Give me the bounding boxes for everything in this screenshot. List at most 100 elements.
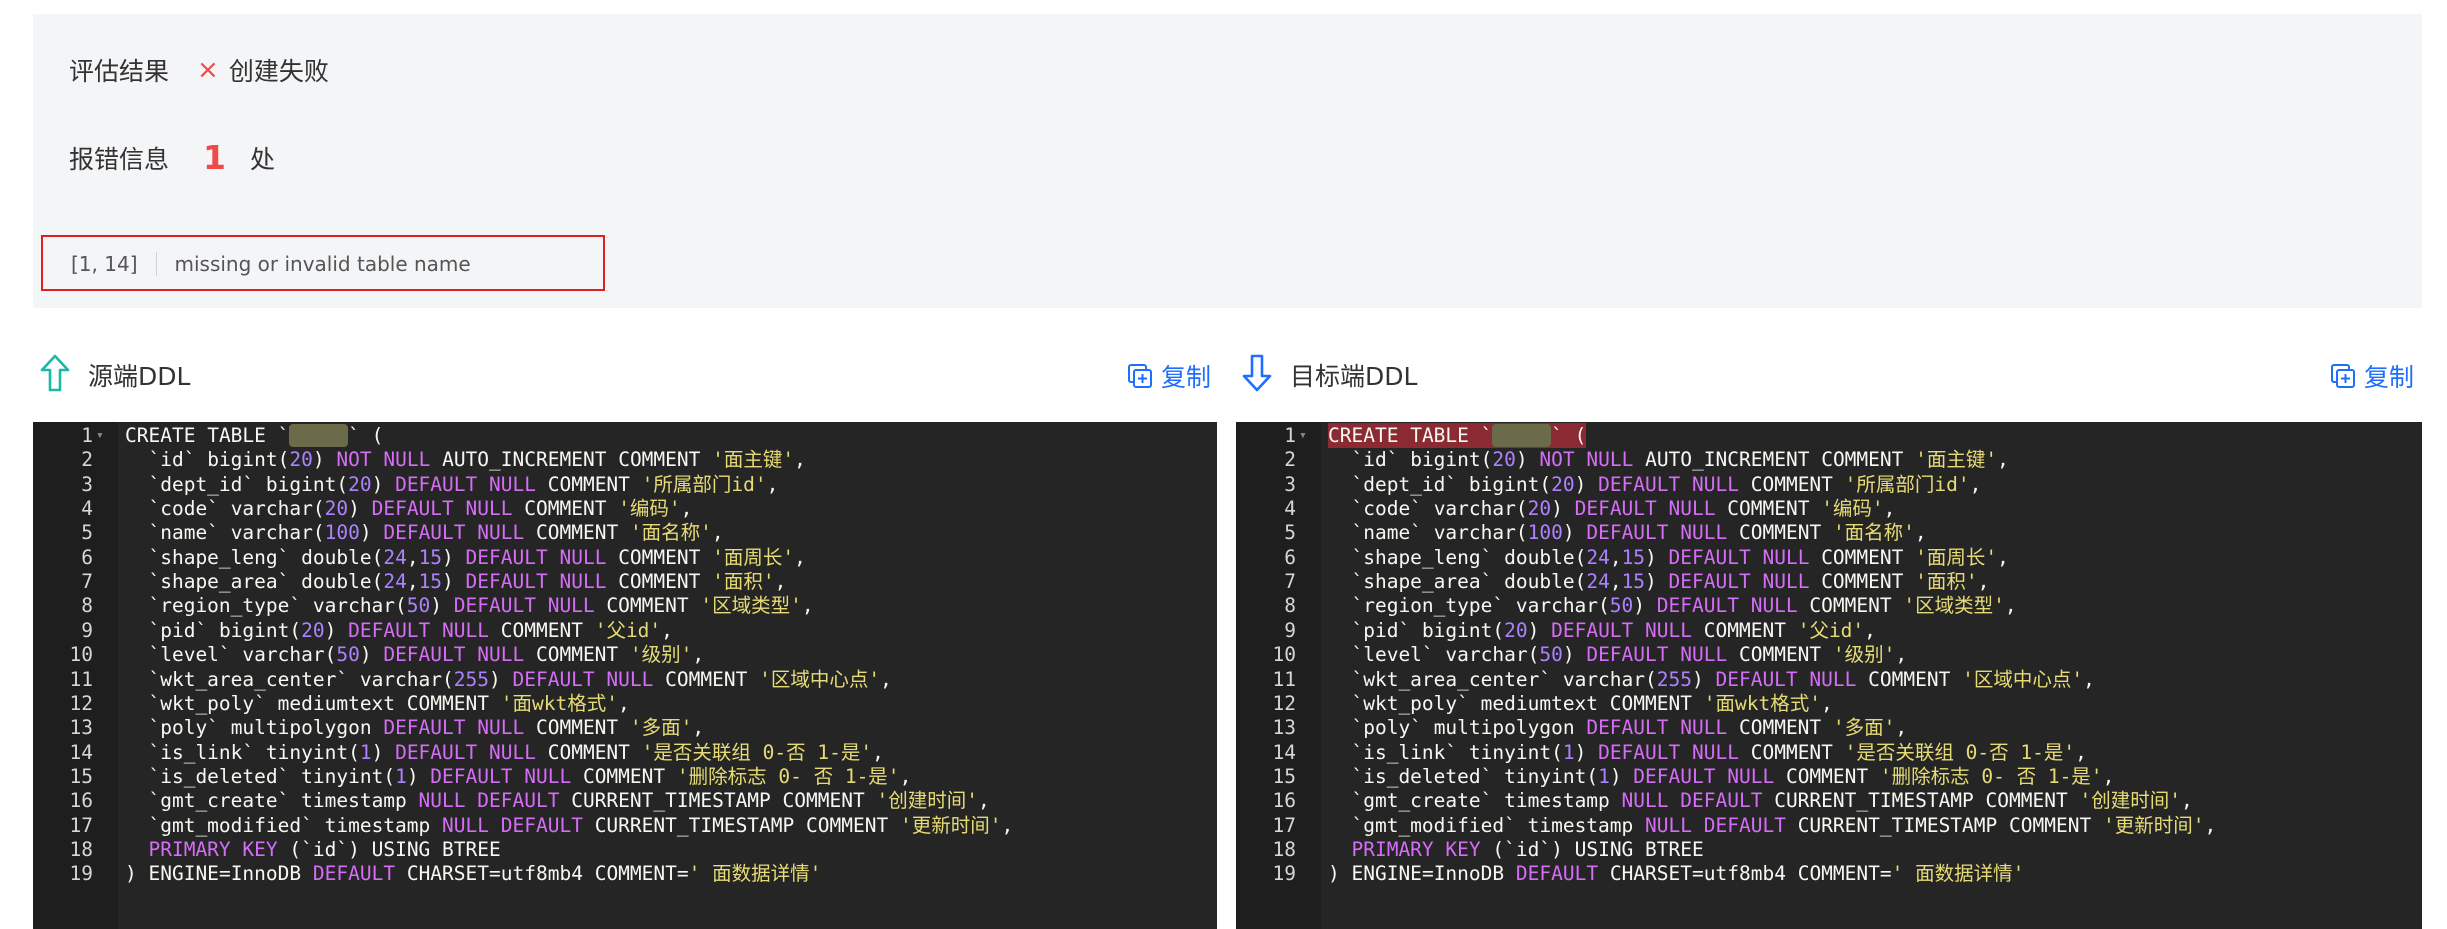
code-text: PRIMARY KEY (`id`) USING BTREE <box>148 837 501 861</box>
code-line: 13 `poly` multipolygon DEFAULT NULL COMM… <box>1236 715 2422 740</box>
code-line: 13 `poly` multipolygon DEFAULT NULL COMM… <box>33 715 1217 740</box>
code-text: `is_link` tinyint(1) DEFAULT NULL COMMEN… <box>148 740 884 764</box>
arrow-up-icon <box>38 353 72 397</box>
code-text: `region_type` varchar(50) DEFAULT NULL C… <box>1351 594 2017 618</box>
code-text: `gmt_modified` timestamp NULL DEFAULT CU… <box>148 813 1014 837</box>
code-text: `shape_area` double(24,15) DEFAULT NULL … <box>148 570 787 594</box>
code-line: 15 `is_deleted` tinyint(1) DEFAULT NULL … <box>1236 764 2422 789</box>
line-number: 18 <box>1272 837 1296 861</box>
line-number: 19 <box>1272 862 1296 886</box>
line-number: 2 <box>81 448 93 472</box>
code-line: 9 `pid` bigint(20) DEFAULT NULL COMMENT … <box>33 618 1217 643</box>
target-copy-label: 复制 <box>2364 363 2415 392</box>
line-number: 11 <box>69 667 93 691</box>
code-line: 17 `gmt_modified` timestamp NULL DEFAULT… <box>33 813 1217 838</box>
line-number: 10 <box>1272 643 1296 667</box>
code-line: 17 `gmt_modified` timestamp NULL DEFAULT… <box>1236 813 2422 838</box>
copy-icon <box>2331 364 2355 388</box>
code-text: ) ENGINE=InnoDB DEFAULT CHARSET=utf8mb4 … <box>125 862 822 886</box>
copy-icon <box>1128 364 1152 388</box>
source-ddl-editor[interactable]: 1 ▾ CREATE TABLE ` ` (2 `id` bigint(20) NO… <box>33 422 1217 929</box>
line-number: 17 <box>1272 813 1296 837</box>
arrow-down-icon <box>1240 353 1274 397</box>
error-unit: 处 <box>249 144 275 174</box>
fold-toggle-icon[interactable]: ▾ <box>1299 423 1307 448</box>
line-number: 7 <box>1284 570 1296 594</box>
code-text: `is_deleted` tinyint(1) DEFAULT NULL COM… <box>1351 764 2115 788</box>
code-line: 7 `shape_area` double(24,15) DEFAULT NUL… <box>33 569 1217 594</box>
code-line: 6 `shape_leng` double(24,15) DEFAULT NUL… <box>1236 545 2422 570</box>
error-count: 1 <box>203 138 226 177</box>
code-text: ) ENGINE=InnoDB DEFAULT CHARSET=utf8mb4 … <box>1328 862 2025 886</box>
code-text: CREATE TABLE ` ` ( <box>125 424 384 447</box>
code-line: 9 `pid` bigint(20) DEFAULT NULL COMMENT … <box>1236 618 2422 643</box>
target-copy-button[interactable]: 复制 <box>2330 358 2414 394</box>
code-line: 4 `code` varchar(20) DEFAULT NULL COMMEN… <box>33 496 1217 521</box>
code-text: `wkt_area_center` varchar(255) DEFAULT N… <box>148 667 892 691</box>
line-number: 3 <box>81 472 93 496</box>
line-number: 16 <box>69 789 93 813</box>
line-number: 15 <box>69 764 93 788</box>
code-line: 8 `region_type` varchar(50) DEFAULT NULL… <box>33 593 1217 618</box>
code-text: `shape_leng` double(24,15) DEFAULT NULL … <box>1351 545 2009 569</box>
code-text: `level` varchar(50) DEFAULT NULL COMMENT… <box>148 643 705 667</box>
line-number: 17 <box>69 813 93 837</box>
code-text: `dept_id` bigint(20) DEFAULT NULL COMMEN… <box>148 472 779 496</box>
result-label: 评估结果 <box>69 57 170 86</box>
code-line: 14 `is_link` tinyint(1) DEFAULT NULL COM… <box>1236 740 2422 765</box>
code-text: CREATE TABLE ` ` ( <box>1328 423 1587 448</box>
code-line: 19 ) ENGINE=InnoDB DEFAULT CHARSET=utf8mb… <box>1236 861 2422 886</box>
code-text: `region_type` varchar(50) DEFAULT NULL C… <box>148 594 814 618</box>
divider <box>155 252 157 276</box>
result-row: 评估结果 × 创建失败 <box>69 52 329 88</box>
code-text: `wkt_poly` mediumtext COMMENT '面wkt格式', <box>148 691 630 715</box>
line-number: 18 <box>69 837 93 861</box>
code-line: 5 `name` varchar(100) DEFAULT NULL COMME… <box>1236 520 2422 545</box>
line-number: 4 <box>81 497 93 521</box>
code-text: PRIMARY KEY (`id`) USING BTREE <box>1351 837 1704 861</box>
line-number: 16 <box>1272 789 1296 813</box>
code-line: 10 `level` varchar(50) DEFAULT NULL COMM… <box>33 642 1217 667</box>
line-number: 1 <box>81 424 93 447</box>
source-ddl-header: 源端DDL <box>38 350 190 400</box>
line-number: 6 <box>1284 545 1296 569</box>
fold-toggle-icon[interactable]: ▾ <box>96 423 104 448</box>
code-text: `is_link` tinyint(1) DEFAULT NULL COMMEN… <box>1351 740 2087 764</box>
line-number: 8 <box>1284 594 1296 618</box>
line-number: 12 <box>1272 691 1296 715</box>
target-ddl-editor[interactable]: 1 ▾ CREATE TABLE ` ` (2 `id` bigint(20) NO… <box>1236 422 2422 929</box>
code-line: 19 ) ENGINE=InnoDB DEFAULT CHARSET=utf8mb… <box>33 861 1217 886</box>
code-line: 18 PRIMARY KEY (`id`) USING BTREE <box>33 837 1217 862</box>
code-text: `pid` bigint(20) DEFAULT NULL COMMENT '父… <box>1351 618 1876 642</box>
code-text: `wkt_poly` mediumtext COMMENT '面wkt格式', <box>1351 691 1833 715</box>
target-ddl-title: 目标端DDL <box>1290 362 1418 391</box>
line-number: 9 <box>1284 618 1296 642</box>
code-text: `is_deleted` tinyint(1) DEFAULT NULL COM… <box>148 764 912 788</box>
error-position: [1, 14] <box>71 252 138 276</box>
line-number: 2 <box>1284 448 1296 472</box>
code-line: 3 `dept_id` bigint(20) DEFAULT NULL COMM… <box>33 472 1217 497</box>
code-line: 2 `id` bigint(20) NOT NULL AUTO_INCREMEN… <box>33 447 1217 472</box>
code-text: `name` varchar(100) DEFAULT NULL COMMENT… <box>148 521 724 545</box>
code-line: 2 `id` bigint(20) NOT NULL AUTO_INCREMEN… <box>1236 447 2422 472</box>
error-info-row: 报错信息 1 处 <box>69 138 275 177</box>
fail-icon: × <box>197 55 219 85</box>
code-text: `shape_area` double(24,15) DEFAULT NULL … <box>1351 570 1990 594</box>
line-number: 15 <box>1272 764 1296 788</box>
line-number: 13 <box>69 716 93 740</box>
line-number: 19 <box>69 862 93 886</box>
line-number: 8 <box>81 594 93 618</box>
code-text: `pid` bigint(20) DEFAULT NULL COMMENT '父… <box>148 618 673 642</box>
code-line: 6 `shape_leng` double(24,15) DEFAULT NUL… <box>33 545 1217 570</box>
line-number: 9 <box>81 618 93 642</box>
code-line: 16 `gmt_create` timestamp NULL DEFAULT C… <box>33 788 1217 813</box>
error-item[interactable]: [1, 14] missing or invalid table name <box>41 235 605 291</box>
code-text: `poly` multipolygon DEFAULT NULL COMMENT… <box>148 716 705 740</box>
code-text: `id` bigint(20) NOT NULL AUTO_INCREMENT … <box>1351 448 2009 472</box>
code-line: 7 `shape_area` double(24,15) DEFAULT NUL… <box>1236 569 2422 594</box>
code-text: `gmt_create` timestamp NULL DEFAULT CURR… <box>148 789 990 813</box>
code-text: `code` varchar(20) DEFAULT NULL COMMENT … <box>148 497 693 521</box>
line-number: 4 <box>1284 497 1296 521</box>
source-copy-button[interactable]: 复制 <box>1127 358 1211 394</box>
line-number: 7 <box>81 570 93 594</box>
